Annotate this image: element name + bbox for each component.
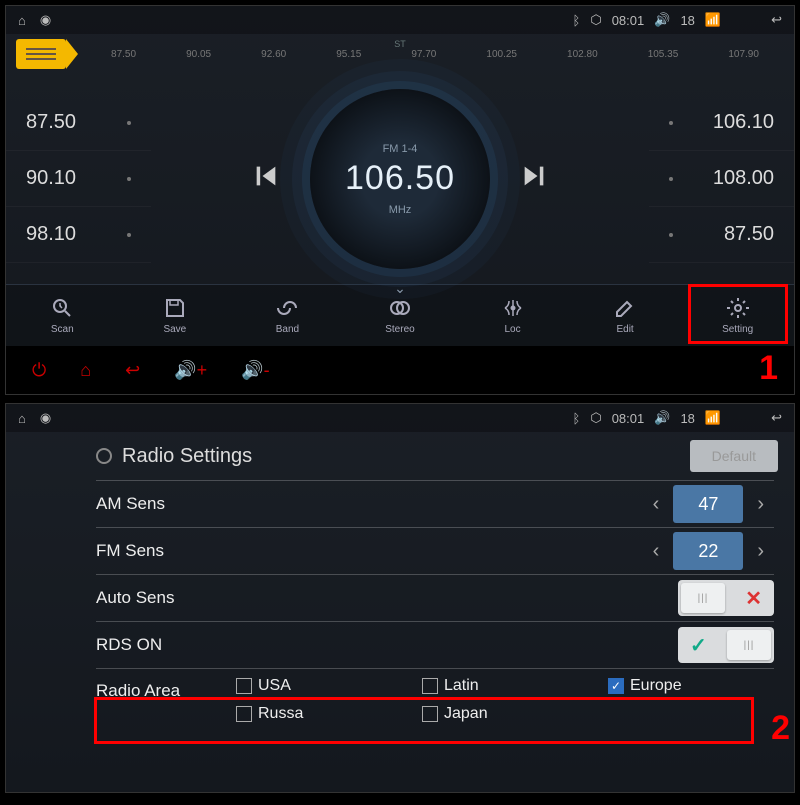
home-icon: ⌂ (18, 13, 26, 28)
radio-area-row: Radio Area USA Latin Europe Russa Japan (96, 668, 774, 731)
am-sens-decrease[interactable]: ‹ (643, 493, 670, 516)
loc-button[interactable]: Loc (465, 290, 560, 341)
preset-5[interactable]: 108.00 (649, 151, 794, 207)
preset-4[interactable]: 106.10 (649, 95, 794, 151)
setting-button[interactable]: Setting (690, 290, 785, 341)
fm-sens-increase[interactable]: › (747, 540, 774, 563)
clock: 08:01 (612, 13, 645, 28)
settings-screen: ⌂ ◉ ᛒ ⬡ 08:01 🔊 18 📶 ↩ Radio Settings De… (5, 403, 795, 793)
am-sens-row: AM Sens ‹ 47 › (96, 480, 774, 527)
cast-icon: ◉ (40, 12, 51, 28)
clock: 08:01 (612, 411, 645, 426)
unit-label: MHz (389, 204, 412, 216)
am-sens-label: AM Sens (96, 494, 643, 514)
wifi-icon: ⬡ (590, 12, 601, 28)
back-icon[interactable]: ↩ (771, 12, 782, 28)
menu-button[interactable] (16, 39, 66, 69)
edit-button[interactable]: Edit (578, 290, 673, 341)
rds-on-row: RDS ON ✓ (96, 621, 774, 668)
seek-prev-button[interactable] (252, 162, 280, 197)
annotation-1: 1 (759, 349, 778, 388)
settings-list: AM Sens ‹ 47 › FM Sens ‹ 22 › Auto Sens … (6, 480, 794, 731)
am-sens-value: 47 (673, 485, 743, 523)
fm-sens-stepper: ‹ 22 › (643, 532, 774, 570)
preset-1[interactable]: 87.50 (6, 95, 151, 151)
back-hw-button[interactable]: ↩ (125, 360, 140, 381)
stereo-button[interactable]: Stereo (352, 290, 447, 341)
radio-screen: ⌂ ◉ ᛒ ⬡ 08:01 🔊 18 📶 ↩ 87.50 90.05 92.60… (5, 5, 795, 395)
band-label: FM 1-4 (383, 143, 418, 155)
area-option-europe[interactable]: Europe (608, 677, 774, 695)
tuner-center: ST FM 1-4 106.50 MHz ⌄ (151, 89, 649, 269)
fm-sens-decrease[interactable]: ‹ (643, 540, 670, 563)
scan-button[interactable]: Scan (15, 290, 110, 341)
power-button[interactable]: ⏻ (32, 360, 46, 381)
frequency-value: 106.50 (345, 159, 455, 198)
am-sens-stepper: ‹ 47 › (643, 485, 774, 523)
cast-icon: ◉ (40, 410, 51, 426)
home-icon: ⌂ (18, 411, 26, 426)
signal-icon: 📶 (705, 12, 721, 28)
close-icon: ✕ (745, 586, 762, 611)
back-icon[interactable]: ↩ (771, 410, 782, 426)
check-icon: ✓ (690, 633, 707, 658)
stereo-indicator: ST (394, 39, 406, 49)
fm-sens-value: 22 (673, 532, 743, 570)
area-option-russa[interactable]: Russa (236, 705, 402, 723)
default-button[interactable]: Default (690, 440, 778, 472)
area-option-usa[interactable]: USA (236, 677, 402, 695)
presets-right: 106.10 108.00 87.50 (649, 95, 794, 263)
radio-icon (96, 448, 112, 464)
status-bar: ⌂ ◉ ᛒ ⬡ 08:01 🔊 18 📶 ↩ (6, 6, 794, 34)
seek-next-button[interactable] (520, 162, 548, 197)
hardware-buttons: ⏻ ⌂ ↩ 🔊+ 🔊- (6, 346, 794, 394)
fm-sens-label: FM Sens (96, 541, 643, 561)
bluetooth-icon: ᛒ (573, 13, 581, 28)
signal-icon: 📶 (705, 410, 721, 426)
volume-level: 18 (680, 13, 694, 28)
settings-header: Radio Settings Default (6, 432, 794, 480)
chevron-down-icon: ⌄ (394, 280, 406, 297)
volume-icon: 🔊 (654, 12, 670, 28)
vol-up-button[interactable]: 🔊+ (174, 360, 207, 381)
volume-icon: 🔊 (654, 410, 670, 426)
radio-main: 87.50 90.10 98.10 ST FM 1-4 106.50 MHz ⌄… (6, 74, 794, 284)
area-option-latin[interactable]: Latin (422, 677, 588, 695)
status-bar: ⌂ ◉ ᛒ ⬡ 08:01 🔊 18 📶 ↩ (6, 404, 794, 432)
vol-down-button[interactable]: 🔊- (241, 360, 269, 381)
radio-area-label: Radio Area (96, 677, 236, 701)
rds-on-toggle[interactable]: ✓ (678, 627, 774, 663)
auto-sens-toggle[interactable]: ✕ (678, 580, 774, 616)
annotation-2: 2 (771, 709, 790, 748)
radio-area-options: USA Latin Europe Russa Japan (236, 677, 774, 723)
auto-sens-row: Auto Sens ✕ (96, 574, 774, 621)
auto-sens-label: Auto Sens (96, 588, 678, 608)
presets-left: 87.50 90.10 98.10 (6, 95, 151, 263)
volume-level: 18 (680, 411, 694, 426)
settings-title: Radio Settings (122, 445, 252, 468)
preset-3[interactable]: 98.10 (6, 207, 151, 263)
preset-6[interactable]: 87.50 (649, 207, 794, 263)
preset-2[interactable]: 90.10 (6, 151, 151, 207)
area-option-japan[interactable]: Japan (422, 705, 588, 723)
home-hw-button[interactable]: ⌂ (80, 360, 91, 381)
fm-sens-row: FM Sens ‹ 22 › (96, 527, 774, 574)
scale-ticks: 87.50 90.05 92.60 95.15 97.70 100.25 102… (86, 49, 784, 60)
am-sens-increase[interactable]: › (747, 493, 774, 516)
save-button[interactable]: Save (127, 290, 222, 341)
wifi-icon: ⬡ (590, 410, 601, 426)
frequency-dial[interactable]: FM 1-4 106.50 MHz ⌄ (310, 89, 490, 269)
band-button[interactable]: Band (240, 290, 335, 341)
bluetooth-icon: ᛒ (573, 411, 581, 426)
rds-on-label: RDS ON (96, 635, 678, 655)
